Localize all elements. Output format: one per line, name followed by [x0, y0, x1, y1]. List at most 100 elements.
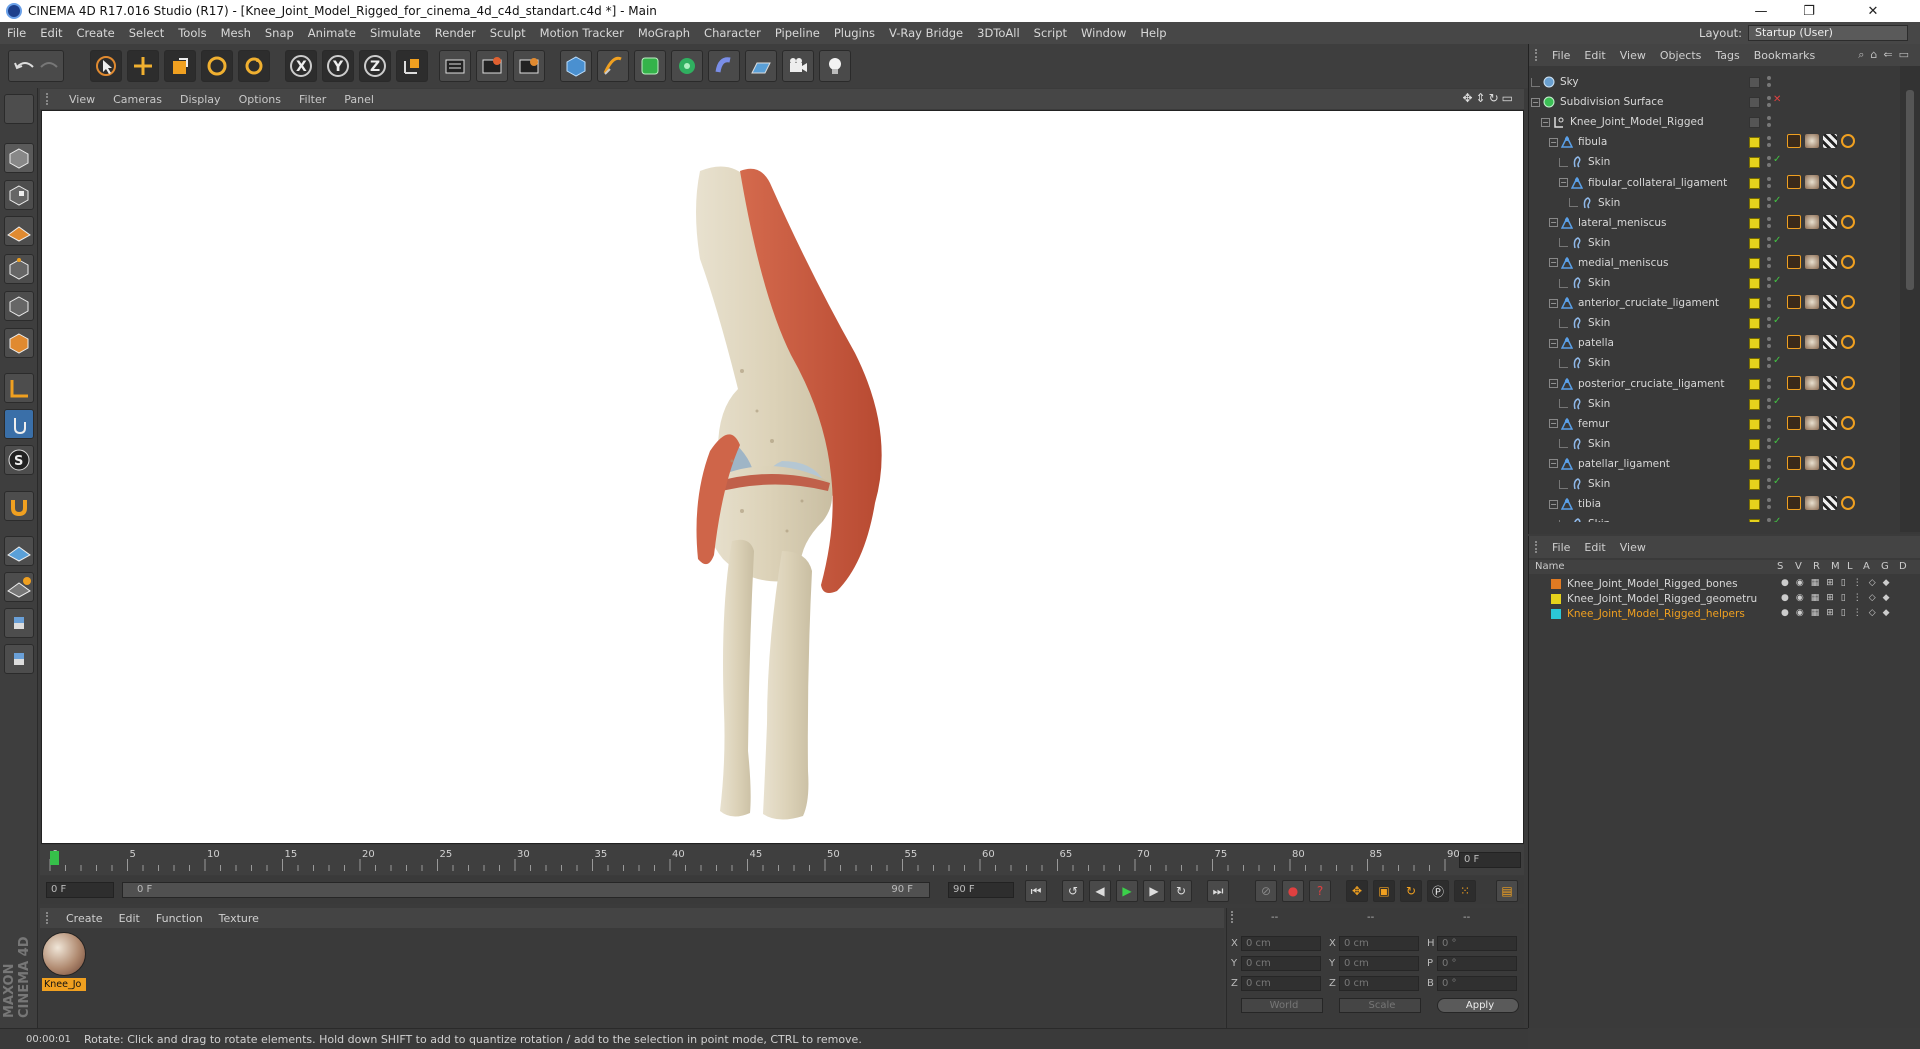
locked-icon[interactable]: ▯	[1841, 578, 1846, 588]
planar-workplane-icon[interactable]	[4, 572, 34, 602]
render-visibility-dot[interactable]	[1767, 83, 1771, 87]
layer-color-swatch[interactable]	[1749, 338, 1760, 350]
render-visibility-dot[interactable]	[1767, 384, 1771, 389]
enabled-check-icon[interactable]: ✓	[1773, 355, 1781, 366]
menu-mograph[interactable]: MoGraph	[631, 26, 697, 40]
maximize-view-icon[interactable]: ▭	[1502, 91, 1516, 105]
layer-hscrollbar[interactable]	[1533, 1034, 1913, 1042]
render-icon[interactable]: ▦	[1811, 593, 1820, 603]
current-frame-field[interactable]: 0 F	[1459, 852, 1521, 868]
layer-color-swatch[interactable]	[1749, 117, 1760, 129]
render-visibility-dot[interactable]	[1767, 344, 1771, 349]
object-scrollbar[interactable]	[1900, 66, 1920, 532]
render-visibility-dot[interactable]	[1767, 123, 1771, 128]
material-menu-function[interactable]: Function	[148, 912, 211, 925]
object-menu-tags[interactable]: Tags	[1708, 49, 1746, 62]
layer-color-swatch[interactable]	[1749, 217, 1760, 229]
render-visibility-dot[interactable]	[1767, 163, 1771, 168]
menu-create[interactable]: Create	[70, 26, 122, 40]
weight-tag-icon[interactable]	[1841, 375, 1855, 390]
object-row[interactable]: − lateral_meniscus	[1529, 213, 1899, 233]
layer-name[interactable]: Knee_Joint_Model_Rigged_bones	[1567, 578, 1738, 590]
3d-viewport[interactable]	[41, 110, 1524, 844]
layer-name[interactable]: Knee_Joint_Model_Rigged_helpers	[1567, 608, 1745, 620]
render-visibility-dot[interactable]	[1767, 223, 1771, 228]
weight-tag-icon[interactable]	[1841, 496, 1855, 511]
previous-key-icon[interactable]: ↺	[1062, 880, 1084, 902]
material-menu-edit[interactable]: Edit	[111, 912, 148, 925]
object-name[interactable]: femur	[1578, 418, 1609, 430]
editor-visibility-dot[interactable]	[1767, 437, 1771, 442]
enabled-check-icon[interactable]: ✓	[1773, 396, 1781, 407]
ik-tag-icon[interactable]	[1787, 254, 1801, 269]
tree-expander-icon[interactable]	[1559, 479, 1568, 489]
render-visibility-dot[interactable]	[1767, 143, 1771, 148]
tree-expander-icon[interactable]: −	[1549, 379, 1558, 388]
object-row[interactable]: Skin ✓	[1529, 273, 1899, 293]
object-menu-file[interactable]: File	[1545, 49, 1577, 62]
editor-visibility-dot[interactable]	[1767, 417, 1771, 422]
editor-visibility-dot[interactable]	[1767, 498, 1771, 503]
deformer-icon[interactable]	[708, 50, 740, 82]
viewport-menu-panel[interactable]: Panel	[335, 93, 383, 106]
object-name[interactable]: fibula	[1578, 136, 1607, 148]
select-tool-icon[interactable]	[90, 50, 122, 82]
solo-icon[interactable]: ●	[1781, 608, 1789, 618]
weight-tag-icon[interactable]	[1841, 335, 1855, 350]
tree-expander-icon[interactable]	[1559, 439, 1568, 449]
generators-icon[interactable]: ◇	[1869, 608, 1876, 618]
key-scale-icon[interactable]: ▣	[1373, 880, 1395, 902]
object-name[interactable]: tibia	[1578, 498, 1601, 510]
generators-icon[interactable]: ◇	[1869, 578, 1876, 588]
solo-icon[interactable]: ●	[1781, 578, 1789, 588]
layer-color-swatch[interactable]	[1749, 519, 1760, 522]
keyframe-selection-icon[interactable]: ?	[1309, 880, 1331, 902]
layer-color-swatch[interactable]	[1749, 438, 1760, 450]
layer-color-swatch[interactable]	[1749, 278, 1760, 289]
editor-visibility-dot[interactable]	[1767, 397, 1771, 402]
layer-color-swatch[interactable]	[1551, 593, 1561, 604]
editor-visibility-dot[interactable]	[1767, 377, 1771, 382]
coord-world-select[interactable]: World	[1241, 998, 1323, 1013]
coordinate-system-icon[interactable]	[396, 50, 428, 82]
menu-motion-tracker[interactable]: Motion Tracker	[533, 26, 631, 40]
magnet-icon[interactable]	[4, 491, 34, 521]
object-name[interactable]: Subdivision Surface	[1560, 96, 1664, 108]
rotate-view-icon[interactable]: ↻	[1489, 91, 1502, 105]
layer-color-swatch[interactable]	[1551, 578, 1561, 589]
object-row[interactable]: Skin ✓	[1529, 313, 1899, 333]
material-tag-icon[interactable]	[1805, 174, 1819, 189]
layer-menu-edit[interactable]: Edit	[1577, 541, 1612, 554]
object-row[interactable]: − posterior_cruciate_ligament	[1529, 374, 1899, 394]
animation-icon[interactable]: ⋮	[1853, 608, 1862, 618]
texture-tag-icon[interactable]	[1823, 174, 1837, 189]
tree-expander-icon[interactable]	[1559, 358, 1568, 368]
editor-visibility-dot[interactable]	[1767, 457, 1771, 462]
go-to-start-icon[interactable]: ⏮	[1025, 880, 1047, 902]
layer-color-swatch[interactable]	[1749, 77, 1760, 88]
ik-tag-icon[interactable]	[1787, 295, 1801, 310]
render-settings-icon[interactable]	[513, 50, 545, 82]
layer-menu-view[interactable]: View	[1613, 541, 1653, 554]
editor-visibility-dot[interactable]	[1767, 76, 1771, 80]
coord-size-x-field[interactable]: 0 cm	[1339, 936, 1419, 951]
weight-tag-icon[interactable]	[1841, 455, 1855, 470]
tree-expander-icon[interactable]	[1559, 318, 1568, 328]
manager-icon[interactable]: ⊞	[1826, 578, 1834, 588]
material-swatch[interactable]: Knee_Jo	[42, 932, 86, 994]
editor-visibility-dot[interactable]	[1767, 317, 1771, 322]
menu-help[interactable]: Help	[1133, 26, 1173, 40]
viewport-menu-display[interactable]: Display	[171, 93, 230, 106]
z-axis-lock-icon[interactable]: Z	[359, 50, 391, 82]
object-row[interactable]: − femur	[1529, 414, 1899, 434]
camera-icon[interactable]	[782, 50, 814, 82]
render-visibility-dot[interactable]	[1767, 485, 1771, 489]
generators-icon[interactable]: ◇	[1869, 593, 1876, 603]
python-script-icon[interactable]	[4, 608, 34, 638]
menu-snap[interactable]: Snap	[258, 26, 301, 40]
restore-button[interactable]: ❐	[1786, 0, 1832, 22]
render-visibility-dot[interactable]	[1767, 444, 1771, 449]
deformers-icon[interactable]: ◆	[1883, 593, 1890, 603]
texture-tag-icon[interactable]	[1823, 254, 1837, 269]
enabled-check-icon[interactable]: ✓	[1773, 315, 1781, 326]
